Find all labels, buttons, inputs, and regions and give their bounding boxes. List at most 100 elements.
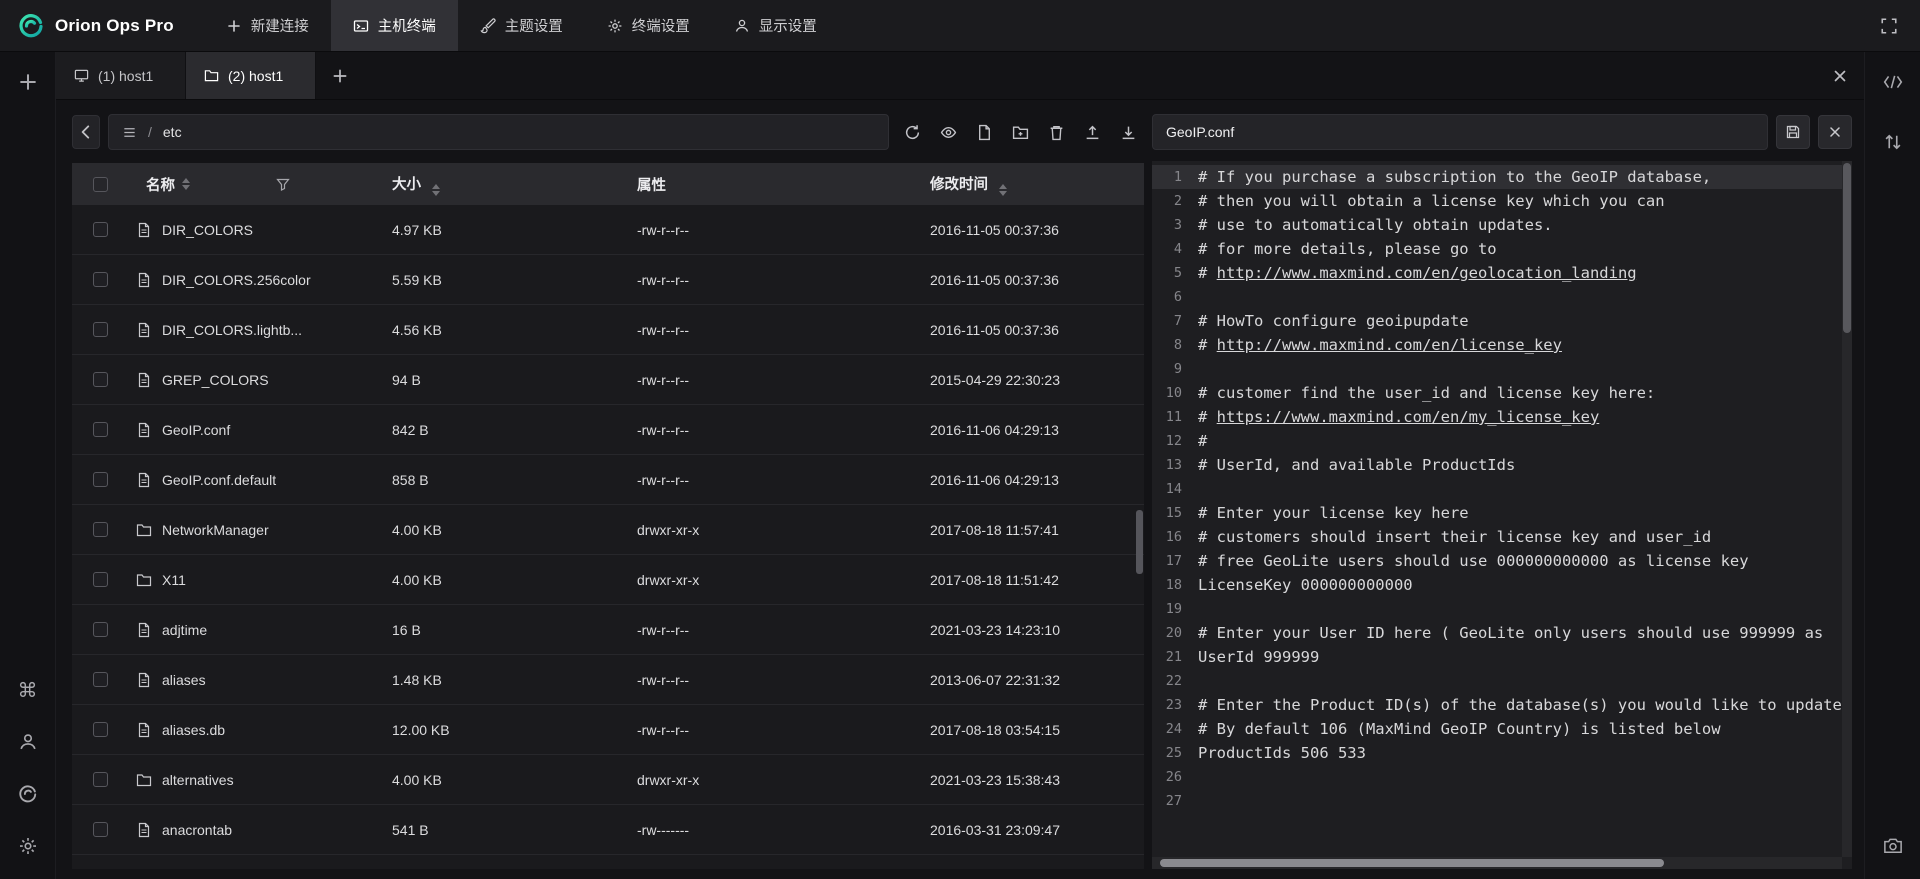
row-checkbox[interactable]: [93, 772, 108, 787]
row-checkbox[interactable]: [93, 622, 108, 637]
nav-item-new-connection[interactable]: 新建连接: [204, 0, 331, 51]
path-bar[interactable]: / etc: [108, 114, 889, 150]
code-link[interactable]: https://www.maxmind.com/en/my_license_ke…: [1217, 408, 1600, 426]
back-button[interactable]: [72, 115, 100, 149]
row-checkbox[interactable]: [93, 222, 108, 237]
folder-plus-icon: [1012, 124, 1029, 141]
new-file-button[interactable]: [969, 117, 1000, 148]
file-mtime: 2016-11-06 04:29:13: [912, 422, 1144, 438]
table-row[interactable]: NetworkManager4.00 KBdrwxr-xr-x2017-08-1…: [72, 505, 1144, 555]
download-button[interactable]: [1113, 117, 1144, 148]
file-attr: -rw-r--r--: [619, 322, 912, 338]
nav-item-theme-settings[interactable]: 主题设置: [458, 0, 585, 51]
file-icon: [136, 822, 152, 838]
editor-close-button[interactable]: [1818, 115, 1852, 149]
line-number: 8: [1152, 333, 1198, 357]
screenshot-button[interactable]: [1876, 829, 1910, 863]
layout-swap-button[interactable]: [1876, 125, 1910, 159]
plus-icon: [226, 18, 242, 34]
nav-label: 新建连接: [251, 15, 309, 36]
scrollbar-thumb[interactable]: [1136, 510, 1143, 574]
swirl-icon: [18, 784, 38, 804]
command-shortcuts-button[interactable]: ⌘: [11, 673, 45, 707]
row-checkbox[interactable]: [93, 522, 108, 537]
preview-button[interactable]: [933, 117, 964, 148]
code-editor[interactable]: 1# If you purchase a subscription to the…: [1152, 161, 1852, 869]
file-name: alternatives: [162, 772, 234, 788]
folder-icon: [204, 68, 219, 83]
save-button[interactable]: [1776, 115, 1810, 149]
row-checkbox[interactable]: [93, 372, 108, 387]
editor-line: 9: [1152, 357, 1852, 381]
file-table: 名称 大小 属性 修改: [72, 163, 1144, 869]
column-header-size[interactable]: 大小: [374, 173, 619, 196]
tabbar-close-button[interactable]: [1816, 52, 1864, 99]
refresh-button[interactable]: [897, 117, 928, 148]
nav-item-display-settings[interactable]: 显示设置: [712, 0, 839, 51]
code-view-button[interactable]: [1876, 65, 1910, 99]
fullscreen-button[interactable]: [1880, 17, 1898, 35]
row-checkbox[interactable]: [93, 422, 108, 437]
delete-button[interactable]: [1041, 117, 1072, 148]
editor-line: 10# customer find the user_id and licens…: [1152, 381, 1852, 405]
row-checkbox[interactable]: [93, 822, 108, 837]
file-attr: -rw-r--r--: [619, 272, 912, 288]
file-icon: [136, 322, 152, 338]
scrollbar-thumb[interactable]: [1843, 163, 1851, 333]
table-row[interactable]: GREP_COLORS94 B-rw-r--r--2015-04-29 22:3…: [72, 355, 1144, 405]
filter-icon[interactable]: [276, 177, 290, 191]
line-number: 4: [1152, 237, 1198, 261]
table-row[interactable]: GeoIP.conf.default858 B-rw-r--r--2016-11…: [72, 455, 1144, 505]
tab-host1-files[interactable]: (2) host1: [186, 52, 316, 99]
row-checkbox[interactable]: [93, 272, 108, 287]
table-row[interactable]: alternatives4.00 KBdrwxr-xr-x2021-03-23 …: [72, 755, 1144, 805]
app-window: Orion Ops Pro 新建连接 主机终端 主题设置 终端设置 显示设置: [0, 0, 1920, 879]
new-tab-button[interactable]: [316, 52, 364, 99]
row-checkbox[interactable]: [93, 322, 108, 337]
row-checkbox[interactable]: [93, 572, 108, 587]
column-header-mtime[interactable]: 修改时间: [912, 173, 1144, 196]
table-row[interactable]: adjtime16 B-rw-r--r--2021-03-23 14:23:10: [72, 605, 1144, 655]
users-button[interactable]: [11, 725, 45, 759]
file-size: 4.00 KB: [374, 572, 619, 588]
table-row[interactable]: anacrontab541 B-rw-------2016-03-31 23:0…: [72, 805, 1144, 855]
tab-label: (2) host1: [228, 68, 283, 84]
file-icon: [136, 622, 152, 638]
table-row[interactable]: DIR_COLORS4.97 KB-rw-r--r--2016-11-05 00…: [72, 205, 1144, 255]
table-row[interactable]: aliases1.48 KB-rw-r--r--2013-06-07 22:31…: [72, 655, 1144, 705]
row-checkbox[interactable]: [93, 672, 108, 687]
nav-item-host-terminal[interactable]: 主机终端: [331, 0, 458, 51]
editor-line: 3# use to automatically obtain updates.: [1152, 213, 1852, 237]
tab-host1-terminal[interactable]: (1) host1: [56, 52, 186, 99]
sort-icon[interactable]: [999, 184, 1007, 196]
table-row[interactable]: DIR_COLORS.lightb...4.56 KB-rw-r--r--201…: [72, 305, 1144, 355]
code-link[interactable]: http://www.maxmind.com/en/geolocation_la…: [1217, 264, 1637, 282]
table-row[interactable]: DIR_COLORS.256color5.59 KB-rw-r--r--2016…: [72, 255, 1144, 305]
table-row[interactable]: X114.00 KBdrwxr-xr-x2017-08-18 11:51:42: [72, 555, 1144, 605]
settings-button[interactable]: [11, 829, 45, 863]
nav-item-terminal-settings[interactable]: 终端设置: [585, 0, 712, 51]
code-link[interactable]: http://www.maxmind.com/en/license_key: [1217, 336, 1562, 354]
sort-icon[interactable]: [182, 178, 190, 190]
file-manager-panel: / etc: [72, 114, 1144, 869]
sort-icon[interactable]: [432, 184, 440, 196]
line-number: 7: [1152, 309, 1198, 333]
column-header-name[interactable]: 名称: [128, 174, 374, 195]
row-checkbox[interactable]: [93, 472, 108, 487]
new-folder-button[interactable]: [1005, 117, 1036, 148]
scrollbar-thumb[interactable]: [1160, 859, 1664, 867]
sidebar-plus-button[interactable]: [11, 65, 45, 99]
editor-filename-input[interactable]: [1152, 114, 1768, 150]
table-row[interactable]: aliases.db12.00 KB-rw-r--r--2017-08-18 0…: [72, 705, 1144, 755]
upload-button[interactable]: [1077, 117, 1108, 148]
editor-line: 23# Enter the Product ID(s) of the datab…: [1152, 693, 1852, 717]
select-all-checkbox[interactable]: [93, 177, 108, 192]
file-size: 12.00 KB: [374, 722, 619, 738]
row-checkbox[interactable]: [93, 722, 108, 737]
line-number: 26: [1152, 765, 1198, 789]
table-row[interactable]: GeoIP.conf842 B-rw-r--r--2016-11-06 04:2…: [72, 405, 1144, 455]
theme-button[interactable]: [11, 777, 45, 811]
file-size: 94 B: [374, 372, 619, 388]
line-number: 23: [1152, 693, 1198, 717]
file-mtime: 2021-03-23 14:23:10: [912, 622, 1144, 638]
